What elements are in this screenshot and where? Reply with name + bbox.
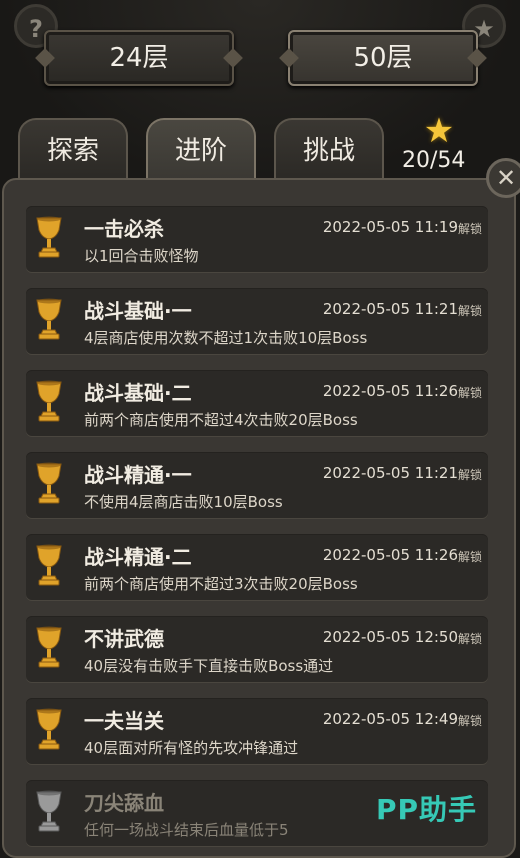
silver-trophy-icon	[34, 790, 64, 834]
achievement-status: 解锁	[457, 550, 482, 564]
achievement-status: 解锁	[457, 222, 482, 236]
achievement-time: 2022-05-05 12:49	[322, 710, 458, 728]
gold-trophy-icon	[34, 380, 64, 424]
achievement-row[interactable]: 一夫当关 40层面对所有怪的先攻冲锋通过 2022-05-05 12:49 解锁	[26, 698, 488, 764]
achievement-row[interactable]: 战斗基础·一 4层商店使用次数不超过1次击败10层Boss 2022-05-05 1…	[26, 288, 488, 354]
achievement-desc: 4层商店使用次数不超过1次击败10层Boss	[84, 329, 368, 347]
achievement-row[interactable]: 不讲武德 40层没有击败手下直接击败Boss通过 2022-05-05 12:50 解…	[26, 616, 488, 682]
floor-current-label: 24层	[109, 43, 169, 73]
tab-explore[interactable]: 探索	[18, 118, 128, 180]
achievement-status: 解锁	[457, 386, 482, 400]
achievement-time: 2022-05-05 11:21	[322, 300, 458, 318]
achievement-desc: 40层没有击败手下直接击败Boss通过	[84, 657, 334, 675]
achievement-desc: 以1回合击败怪物	[84, 247, 199, 265]
achievement-title: 战斗精通·二	[84, 545, 192, 569]
achievement-row[interactable]: 战斗基础·二前两个商店使用不超过4次击败20层Boss 2022-05-05 11…	[26, 370, 488, 436]
achievement-status: 解锁	[457, 468, 482, 482]
gold-trophy-icon	[34, 462, 64, 506]
tab-advanced[interactable]: 进阶	[146, 118, 256, 180]
achievement-time: 2022-05-05 11:19	[322, 218, 458, 236]
achievement-title: 战斗基础·一	[84, 299, 192, 323]
watermark: PP助手	[376, 793, 478, 826]
achievement-title: 刀尖舔血	[84, 791, 164, 815]
achievement-title: 一击必杀	[84, 217, 164, 241]
achievement-desc: 不使用4层商店击败10层Boss	[84, 493, 283, 511]
floor-current-box[interactable]: 24层	[35, 30, 243, 86]
achievement-desc: 40层面对所有怪的先攻冲锋通过	[84, 739, 299, 757]
achievement-row[interactable]: 战斗精通·一不使用4层商店击败10层Boss 2022-05-05 11:21 解锁	[26, 452, 488, 518]
gold-trophy-icon	[34, 626, 64, 670]
achievement-status: 解锁	[457, 304, 482, 318]
achievement-title: 战斗精通·一	[84, 463, 192, 487]
achievement-desc: 前两个商店使用不超过4次击败20层Boss	[84, 411, 358, 429]
gold-trophy-icon	[34, 298, 64, 342]
achievement-time: 2022-05-05 12:50	[322, 628, 458, 646]
close-button[interactable]: ✕	[486, 158, 520, 198]
achievement-time: 2022-05-05 11:26	[322, 382, 458, 400]
achievement-status: 解锁	[457, 632, 482, 646]
star-icon: ★	[423, 111, 455, 151]
achievement-row[interactable]: 战斗精通·二前两个商店使用不超过3次击败20层Boss 2022-05-05 11…	[26, 534, 488, 600]
gold-trophy-icon	[34, 708, 64, 752]
achievement-time: 2022-05-05 11:26	[322, 546, 458, 564]
gold-trophy-icon	[34, 544, 64, 588]
achievement-progress: 20/54	[402, 148, 466, 173]
floor-max-label: 50层	[353, 43, 413, 73]
achievement-desc: 前两个商店使用不超过3次击败20层Boss	[84, 575, 358, 593]
floor-max-box[interactable]: 50层	[279, 30, 487, 86]
achievement-row[interactable]: 一击必杀以1回合击败怪物 2022-05-05 11:19 解锁	[26, 206, 488, 272]
achievement-title: 一夫当关	[84, 709, 164, 733]
tab-challenge[interactable]: 挑战	[274, 118, 384, 180]
achievement-status: 解锁	[457, 714, 482, 728]
achievement-title: 战斗基础·二	[84, 381, 192, 405]
achievement-time: 2022-05-05 11:21	[322, 464, 458, 482]
achievement-desc: 任何一场战斗结束后血量低于5	[84, 821, 289, 839]
achievement-title: 不讲武德	[84, 627, 164, 651]
gold-trophy-icon	[34, 216, 64, 260]
